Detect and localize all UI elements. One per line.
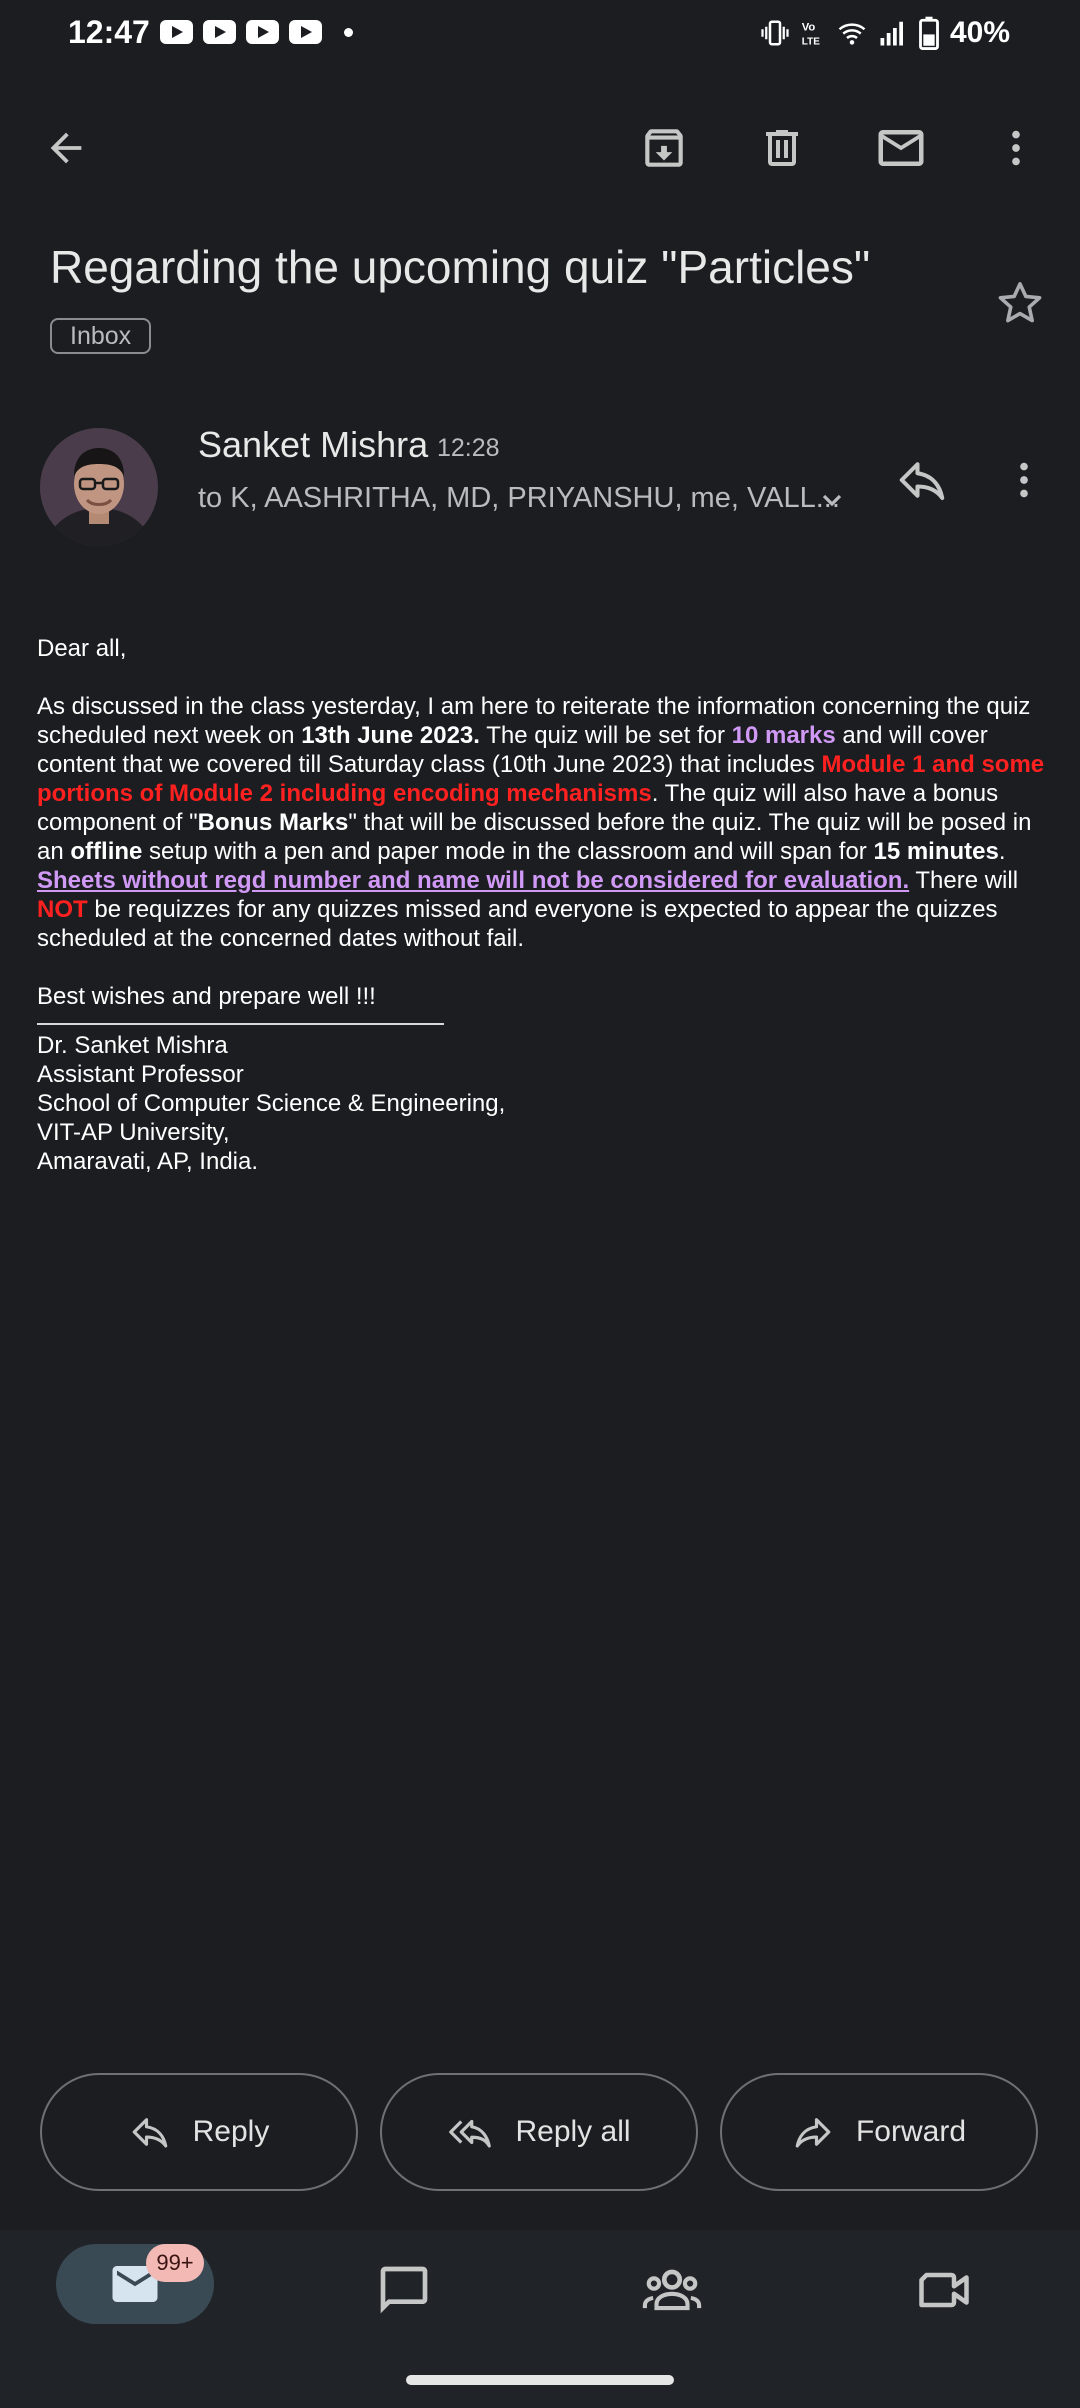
signature-line: School of Computer Science & Engineering…: [37, 1090, 506, 1117]
delete-button[interactable]: [750, 116, 814, 180]
star-button[interactable]: [990, 273, 1050, 333]
svg-text:LTE: LTE: [802, 36, 820, 47]
more-vert-icon: [1012, 130, 1020, 166]
home-indicator[interactable]: [406, 2375, 674, 2385]
signature-line: VIT-AP University,: [37, 1119, 230, 1146]
main-paragraph: As discussed in the class yesterday, I a…: [37, 692, 1047, 953]
quiz-marks: 10 marks: [731, 722, 836, 749]
forward-button[interactable]: Forward: [720, 2073, 1038, 2191]
reply-label: Reply: [192, 2115, 270, 2148]
inbox-label[interactable]: Inbox: [50, 318, 152, 354]
email-body: Dear all, As discussed in the class yest…: [37, 634, 1047, 1176]
system-icons: Vo LTE 40%: [760, 16, 1010, 50]
reply-icon: [899, 462, 945, 501]
body-text: be requizzes for any quizzes missed and …: [37, 896, 998, 952]
battery-icon: [919, 16, 939, 50]
back-arrow-icon: [50, 132, 82, 164]
archive-button[interactable]: [632, 116, 696, 180]
evaluation-warning: Sheets without regd number and name will…: [37, 867, 910, 894]
reply-all-button[interactable]: Reply all: [380, 2073, 698, 2191]
forward-label: Forward: [855, 2115, 967, 2148]
quiz-date: 13th June 2023.: [301, 722, 480, 749]
bonus-marks: Bonus Marks: [197, 809, 349, 836]
nav-item-spaces[interactable]: [638, 2230, 706, 2350]
back-button[interactable]: [34, 116, 98, 180]
body-text: There will: [909, 867, 1019, 894]
spaces-icon: [642, 2269, 702, 2311]
sender-name[interactable]: Sanket Mishra: [198, 424, 428, 466]
mark-unread-button[interactable]: [869, 116, 933, 180]
avatar[interactable]: [40, 428, 158, 546]
reply-all-icon: [449, 2119, 492, 2148]
status-bar: 12:47 Vo LTE 40%: [0, 0, 1080, 72]
forward-icon: [795, 2118, 831, 2148]
quiz-duration: 15 minutes: [873, 838, 999, 865]
reply-all-label: Reply all: [515, 2115, 631, 2148]
wifi-icon: [838, 23, 866, 45]
vibrate-icon: [761, 20, 789, 46]
email-time: 12:28: [437, 434, 500, 462]
delete-icon: [766, 130, 798, 166]
greeting: Dear all,: [37, 635, 127, 662]
signature-line: Assistant Professor: [37, 1061, 244, 1088]
not-emphasis: NOT: [37, 896, 88, 923]
body-text: setup with a pen and paper mode in the c…: [142, 838, 874, 865]
youtube-icon: [289, 20, 322, 44]
avatar-image: [40, 428, 158, 546]
nav-item-chat[interactable]: [370, 2230, 438, 2350]
dot-icon: [344, 27, 353, 37]
youtube-icon: [246, 20, 279, 44]
status-time: 12:47: [68, 14, 150, 50]
signature-line: Dr. Sanket Mishra: [37, 1032, 228, 1059]
more-options-button[interactable]: [984, 116, 1048, 180]
reply-icon: [132, 2118, 167, 2148]
reply-icon-button[interactable]: [890, 448, 954, 512]
mail-badge: 99+: [146, 2244, 204, 2282]
meet-icon: [919, 2272, 969, 2308]
body-text: The quiz will be set for: [479, 722, 732, 749]
reply-button[interactable]: Reply: [40, 2073, 358, 2191]
chat-icon: [380, 2266, 428, 2314]
nav-item-meet[interactable]: [910, 2230, 978, 2350]
email-subject: Regarding the upcoming quiz "Particles": [50, 241, 871, 293]
chevron-down-icon: [822, 494, 842, 507]
archive-icon: [645, 129, 683, 167]
volte-icon: Vo LTE: [802, 22, 820, 48]
youtube-icon: [160, 20, 193, 44]
recipients-summary[interactable]: to K, AASHRITHA, MD, PRIYANSHU, me, VALL…: [198, 482, 840, 515]
offline-text: offline: [70, 838, 143, 865]
top-toolbar: [0, 108, 1080, 188]
notification-icons: [160, 20, 353, 44]
closing: Best wishes and prepare well !!!: [37, 983, 376, 1010]
svg-text:Vo: Vo: [802, 22, 816, 34]
star-icon: [998, 282, 1042, 323]
expand-details-button[interactable]: [812, 480, 852, 520]
message-more-button[interactable]: [996, 448, 1052, 512]
signal-icon: [880, 21, 903, 46]
signature-divider: [37, 1023, 444, 1025]
signature-line: Amaravati, AP, India.: [37, 1148, 259, 1175]
body-text: .: [998, 838, 1006, 865]
youtube-icon: [203, 20, 236, 44]
mark-unread-icon: [878, 130, 924, 166]
battery-percent: 40%: [949, 16, 1010, 49]
more-vert-icon: [1020, 462, 1028, 498]
